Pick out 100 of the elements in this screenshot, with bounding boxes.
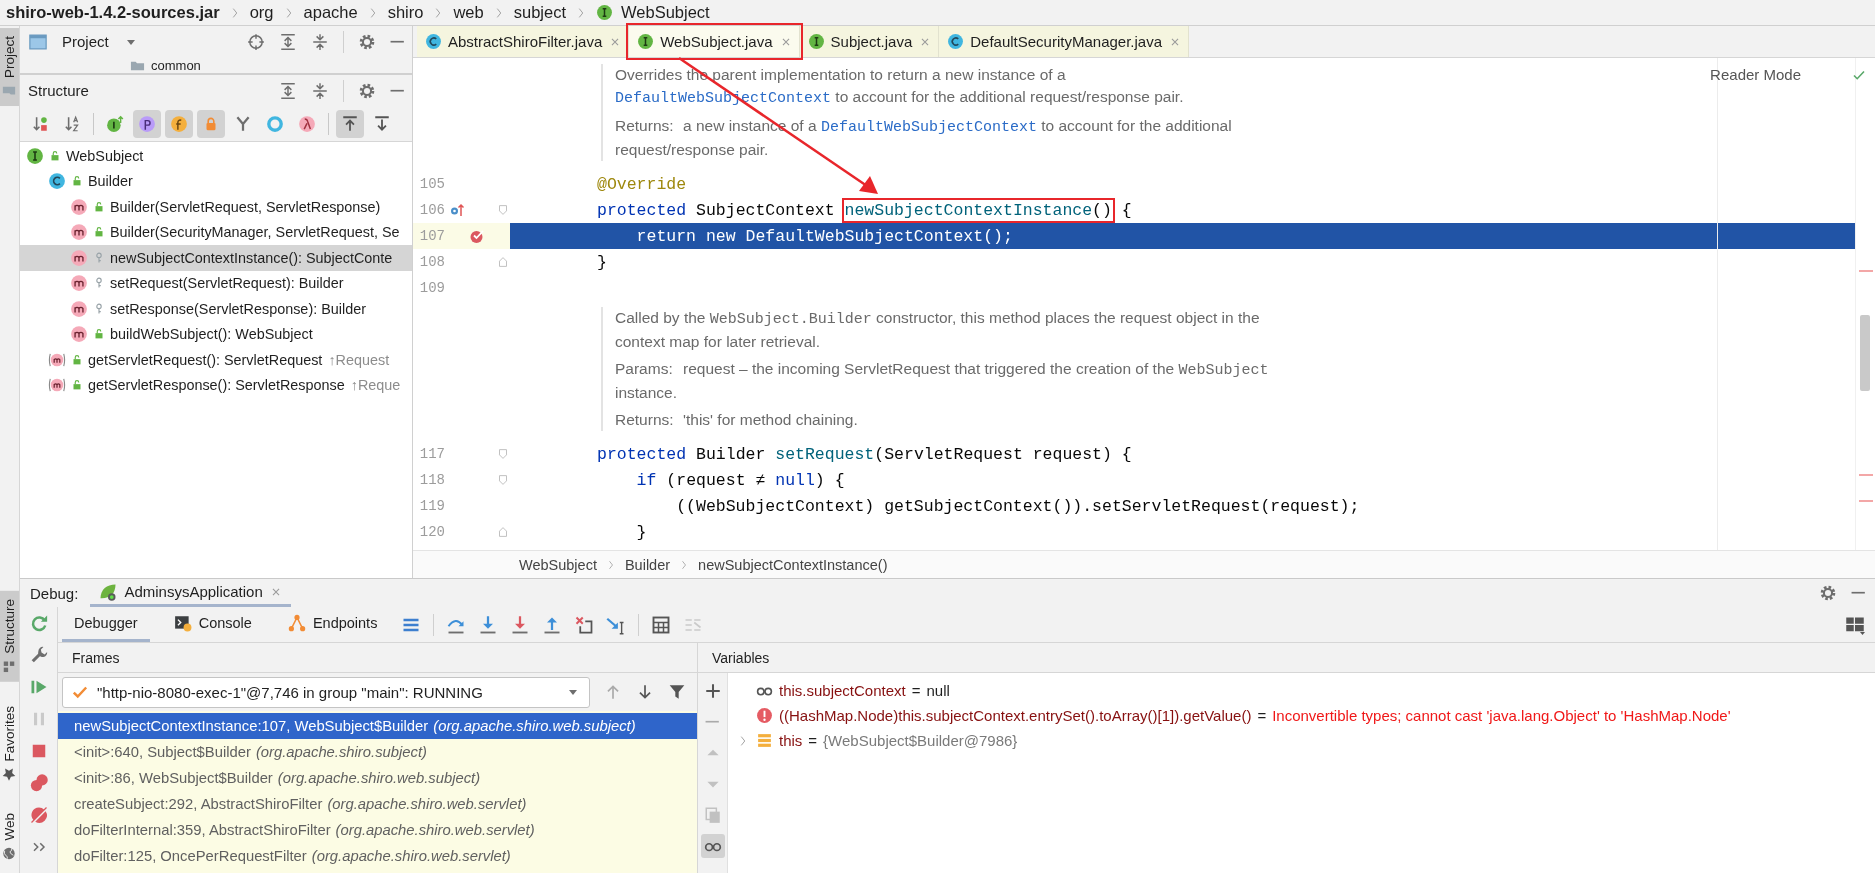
line-number: 119 (418, 498, 445, 514)
code-line: } (596, 251, 608, 274)
tree-item[interactable]: Builder(SecurityManager, ServletRequest, Se (20, 219, 412, 245)
scrollbar-thumb[interactable] (1860, 315, 1870, 391)
field-icon (756, 732, 773, 749)
variable-row[interactable]: ((HashMap.Node)this.subjectContext.entrySet().toArray()[1]).getValue() = Inconvertible types; cannot cast 'java.lang.Object' to 'HashMap.Node' (736, 703, 1731, 728)
tree-item[interactable]: getServletResponse(): ServletResponse ↑Reque (20, 372, 412, 398)
debugger-tab[interactable]: Endpoints (275, 607, 390, 642)
tool-button[interactable] (700, 834, 725, 858)
copy-icon (703, 806, 722, 824)
thread-dropdown[interactable]: "http-nio-8080-exec-1"@7,746 in group "main": RUNNING (62, 676, 590, 708)
method-icon (70, 223, 88, 242)
breadcrumb-item[interactable]: WebSubject (519, 556, 597, 573)
class-icon (48, 172, 66, 191)
code-line: } (635, 521, 648, 544)
interface-icon (807, 33, 825, 50)
editor-tab[interactable]: WebSubject.java (629, 26, 800, 57)
editor-tab[interactable]: DefaultSecurityManager.java (939, 26, 1190, 57)
debugger-tab[interactable]: Debugger (62, 607, 150, 642)
tool-window-tab[interactable]: Favorites (0, 697, 19, 790)
breakpoint-icon[interactable] (469, 228, 485, 244)
line-number: 117 (418, 446, 445, 462)
breadcrumb-item[interactable]: web (453, 3, 484, 22)
tree-item[interactable]: getServletRequest(): ServletRequest ↑Request (20, 347, 412, 373)
lambda-icon (298, 114, 316, 133)
tool-window-tab[interactable]: Project (0, 28, 19, 107)
editor-tab[interactable]: Subject.java (799, 26, 940, 57)
expand-all-icon[interactable] (278, 81, 297, 100)
code-line: if (request ≠ null) { (635, 469, 846, 492)
locate-icon[interactable] (246, 32, 265, 51)
tree-item[interactable]: common (151, 57, 201, 73)
method-icon (70, 248, 88, 267)
stack-frame-row[interactable]: <init>:86, WebSubject$Builder (org.apache.shiro.web.subject) (58, 765, 697, 791)
toggle-button[interactable] (133, 109, 161, 138)
code-line: @Override (596, 173, 688, 196)
stack-frame-row[interactable]: newSubjectContextInstance:107, WebSubject$Builder (org.apache.shiro.web.subject) (58, 713, 697, 739)
tree-item[interactable]: setRequest(ServletRequest): Builder (20, 270, 412, 296)
breadcrumb-item[interactable]: subject (513, 3, 566, 22)
tree-item[interactable]: buildWebSubject(): WebSubject (20, 321, 412, 347)
tool-window-tab[interactable]: Structure (0, 591, 19, 682)
settings-icon[interactable] (357, 32, 376, 51)
line-number: 120 (418, 524, 445, 540)
collapse-all-icon[interactable] (310, 81, 329, 100)
tool-window-tab[interactable]: Web (0, 805, 19, 869)
doc-text: Called by the WebSubject.Builder constructor, this method places the request object in the context map for later retrieval. (615, 308, 1260, 352)
ring-icon (266, 114, 284, 133)
editor-tab[interactable]: AbstractShiroFilter.java (417, 26, 630, 57)
filter-icon[interactable] (668, 683, 686, 701)
minimize-icon[interactable] (389, 88, 404, 93)
breadcrumb-item[interactable]: newSubjectContextInstance() (698, 556, 888, 573)
line-number: 107 (418, 228, 445, 244)
tree-item[interactable]: Builder (20, 168, 412, 194)
breakpoints-icon[interactable] (28, 773, 49, 793)
breadcrumb-item[interactable]: shiro (387, 3, 424, 22)
code-line: protected SubjectContext newSubjectContextInstance() { (510, 197, 1855, 223)
drop-frame-icon[interactable] (574, 614, 595, 635)
code-line: ((WebSubjectContext) getSubjectContext()).setServletRequest(request); (675, 495, 1361, 518)
variable-row[interactable]: this.subjectContext = null (736, 678, 1731, 703)
stack-frame-row[interactable]: doFilterInternal:359, AbstractShiroFilter (org.apache.shiro.web.servlet) (58, 817, 697, 843)
stack-frame-row[interactable]: <init>:640, Subject$Builder (org.apache.shiro.subject) (58, 739, 697, 765)
breadcrumb-item[interactable]: shiro-web-1.4.2-sources.jar (6, 3, 220, 22)
sort-icon (31, 114, 49, 133)
tree-item[interactable]: WebSubject (20, 143, 412, 169)
minus-icon (705, 720, 720, 724)
tree-item[interactable]: setResponse(ServletResponse): Builder (20, 296, 412, 322)
session-tab[interactable]: AdminsysApplication (90, 579, 291, 607)
collapse-all-icon[interactable] (310, 32, 329, 51)
mute-breakpoints-icon[interactable] (28, 805, 49, 825)
step-into-icon[interactable] (478, 614, 499, 635)
breadcrumb-item[interactable]: Builder (624, 556, 671, 573)
breadcrumb-item[interactable]: apache (303, 3, 358, 22)
breadcrumb-item[interactable]: WebSubject (621, 3, 710, 22)
plus-icon (703, 682, 722, 700)
interface-icon (596, 4, 613, 21)
field-icon (170, 114, 188, 133)
tree-item[interactable]: Builder(ServletRequest, ServletResponse) (20, 194, 412, 220)
minimize-icon[interactable] (389, 39, 404, 44)
toggle-button[interactable] (336, 109, 364, 138)
property-icon (138, 114, 156, 133)
tree-item[interactable]: newSubjectContextInstance(): SubjectConte (20, 245, 412, 271)
toggle-button[interactable] (165, 109, 193, 138)
doc-text: Returns: 'this' for method chaining. (615, 410, 858, 430)
panel-title[interactable]: Project (62, 33, 109, 50)
variable-row[interactable]: this = {WebSubject$Builder@7986} (736, 728, 1731, 753)
stack-frame-row[interactable]: createSubject:292, AbstractShiroFilter (org.apache.shiro.web.servlet) (58, 791, 697, 817)
expand-all-icon[interactable] (278, 32, 297, 51)
toggle-button[interactable] (197, 109, 225, 138)
override-icon[interactable] (449, 202, 465, 218)
force-step-into-icon[interactable] (510, 614, 531, 635)
reader-mode-link[interactable]: Reader Mode (1710, 66, 1801, 83)
breadcrumb-item[interactable]: org (249, 3, 274, 22)
pane-title: Frames (72, 649, 120, 666)
minimize-icon[interactable] (1850, 591, 1865, 595)
calculator-icon[interactable] (651, 614, 672, 635)
line-number: 106 (418, 202, 445, 218)
settings-icon[interactable] (357, 81, 376, 100)
sort-alpha-icon (63, 114, 81, 133)
stack-frame-row[interactable]: doFilter:125, OncePerRequestFilter (org.apache.shiro.web.servlet) (58, 843, 697, 869)
settings-icon[interactable] (1818, 584, 1837, 602)
debugger-tab[interactable]: Console (161, 607, 264, 642)
